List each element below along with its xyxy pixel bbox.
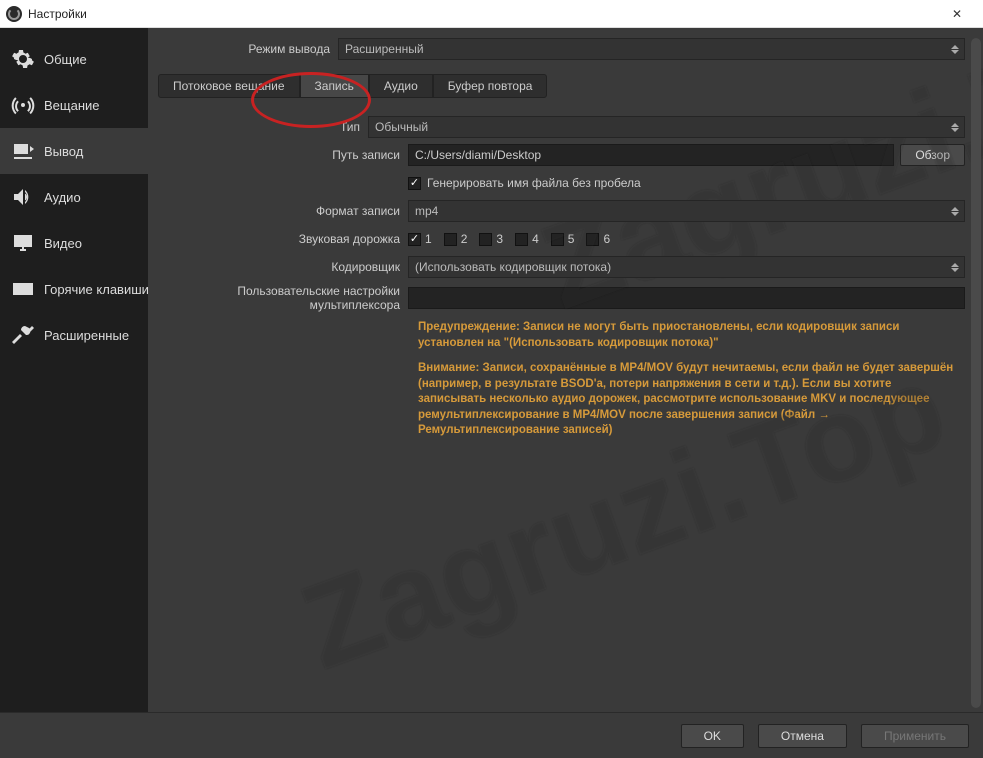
chevron-updown-icon [948,201,962,221]
window-title: Настройки [28,7,87,21]
window-body: Общие Вещание Вывод Аудио [0,28,983,758]
ok-button[interactable]: OK [681,724,744,748]
scrollbar-thumb[interactable] [971,38,981,708]
checkbox-track-1[interactable] [408,233,421,246]
label-output-mode: Режим вывода [158,42,338,56]
checkbox-track-5[interactable] [551,233,564,246]
browse-button[interactable]: Обзор [900,144,965,166]
select-format[interactable]: mp4 [408,200,965,222]
sidebar-item-output[interactable]: Вывод [0,128,148,174]
select-value: mp4 [415,204,438,218]
row-tracks: Звуковая дорожка 1 2 3 4 5 6 [158,228,965,250]
main-area: Общие Вещание Вывод Аудио [0,28,983,712]
sidebar-item-label: Расширенные [44,328,129,343]
tab-replay-buffer[interactable]: Буфер повтора [433,74,548,98]
row-muxer: Пользовательские настройки мультиплексор… [158,284,965,312]
sidebar-item-label: Вывод [44,144,83,159]
sidebar-item-audio[interactable]: Аудио [0,174,148,220]
row-path: Путь записи C:/Users/diami/Desktop Обзор [158,144,965,166]
sidebar-item-stream[interactable]: Вещание [0,82,148,128]
checkbox-track-3[interactable] [479,233,492,246]
sidebar: Общие Вещание Вывод Аудио [0,28,148,712]
checkbox-track-6[interactable] [586,233,599,246]
row-output-mode: Режим вывода Расширенный [158,38,965,60]
monitor-icon [10,230,36,256]
sidebar-item-general[interactable]: Общие [0,36,148,82]
chevron-updown-icon [948,117,962,137]
select-encoder[interactable]: (Использовать кодировщик потока) [408,256,965,278]
row-type: Тип Обычный [158,116,965,138]
input-value: C:/Users/diami/Desktop [415,148,541,162]
tools-icon [10,322,36,348]
apply-button[interactable]: Применить [861,724,969,748]
app-icon [6,6,22,22]
speaker-icon [10,184,36,210]
label-format: Формат записи [158,204,408,218]
checkbox-track-4[interactable] [515,233,528,246]
antenna-icon [10,92,36,118]
select-value: Обычный [375,120,428,134]
warning-mp4: Внимание: Записи, сохранённые в MP4/MOV … [158,361,965,439]
label-tracks: Звуковая дорожка [158,232,408,246]
input-muxer[interactable] [408,287,965,309]
chevron-updown-icon [948,39,962,59]
label-type: Тип [158,120,368,134]
sidebar-item-video[interactable]: Видео [0,220,148,266]
checkbox-generate-name[interactable] [408,177,421,190]
scrollbar[interactable] [971,38,981,708]
input-path[interactable]: C:/Users/diami/Desktop [408,144,894,166]
warning-pause: Предупреждение: Записи не могут быть при… [158,320,965,351]
row-format: Формат записи mp4 [158,200,965,222]
sidebar-item-label: Видео [44,236,82,251]
titlebar: Настройки ✕ [0,0,983,28]
chevron-updown-icon [948,257,962,277]
row-generate-name: Генерировать имя файла без пробела [158,172,965,194]
label-path: Путь записи [158,148,408,162]
output-icon [10,138,36,164]
track-checkboxes: 1 2 3 4 5 6 [408,232,610,246]
cancel-button[interactable]: Отмена [758,724,847,748]
tab-recording[interactable]: Запись [300,74,369,98]
gear-icon [10,46,36,72]
sidebar-item-hotkeys[interactable]: Горячие клавиши [0,266,148,312]
dialog-footer: OK Отмена Применить [0,712,983,758]
close-icon[interactable]: ✕ [937,0,977,28]
sidebar-item-label: Общие [44,52,87,67]
tab-audio[interactable]: Аудио [369,74,433,98]
output-tabs: Потоковое вещание Запись Аудио Буфер пов… [158,74,965,98]
label-generate-name: Генерировать имя файла без пробела [427,176,641,190]
select-value: Расширенный [345,42,424,56]
label-muxer: Пользовательские настройки мультиплексор… [158,284,408,312]
select-value: (Использовать кодировщик потока) [415,260,611,274]
tab-streaming[interactable]: Потоковое вещание [158,74,300,98]
content-panel: Zagruzi.Top Zagruzi.Top Режим вывода Рас… [148,28,983,712]
select-type[interactable]: Обычный [368,116,965,138]
row-encoder: Кодировщик (Использовать кодировщик пото… [158,256,965,278]
sidebar-item-label: Аудио [44,190,81,205]
select-output-mode[interactable]: Расширенный [338,38,965,60]
checkbox-track-2[interactable] [444,233,457,246]
sidebar-item-label: Вещание [44,98,100,113]
label-encoder: Кодировщик [158,260,408,274]
keyboard-icon [10,276,36,302]
sidebar-item-label: Горячие клавиши [44,282,148,297]
sidebar-item-advanced[interactable]: Расширенные [0,312,148,358]
